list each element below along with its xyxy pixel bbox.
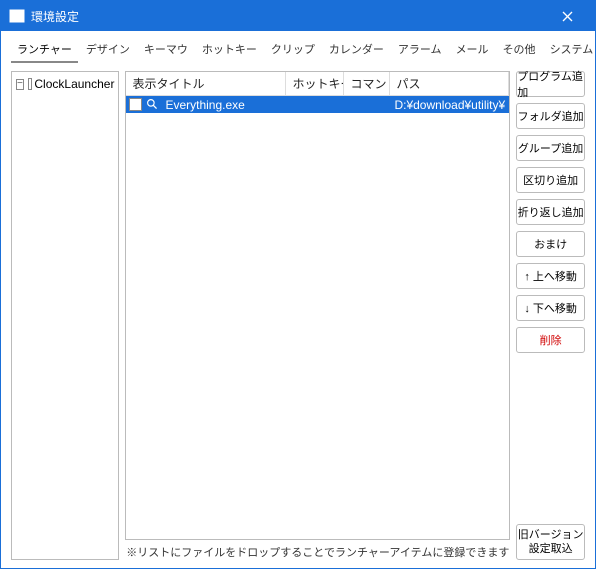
app-icon bbox=[9, 8, 25, 24]
add-folder-button[interactable]: フォルダ追加 bbox=[516, 103, 585, 129]
window-close-button[interactable] bbox=[547, 1, 587, 31]
row-path: D:¥download¥utility¥ bbox=[390, 98, 509, 112]
tab-alarm[interactable]: アラーム bbox=[392, 37, 448, 63]
tab-other[interactable]: その他 bbox=[497, 37, 542, 63]
add-separator-button[interactable]: 区切り追加 bbox=[516, 167, 585, 193]
tab-hotkey[interactable]: ホットキー bbox=[196, 37, 263, 63]
tab-system[interactable]: システム bbox=[544, 37, 596, 63]
bonus-button[interactable]: おまけ bbox=[516, 231, 585, 257]
list-row[interactable]: Everything.exe D:¥download¥utility¥ bbox=[126, 96, 509, 113]
topbar: ランチャー デザイン キーマウ ホットキー クリップ カレンダー アラーム メー… bbox=[1, 31, 595, 67]
tab-calendar[interactable]: カレンダー bbox=[323, 37, 390, 63]
tab-keymouse[interactable]: キーマウ bbox=[138, 37, 194, 63]
drop-hint: ※リストにファイルをドロップすることでランチャーアイテムに登録できます bbox=[125, 540, 510, 560]
center-panel: 表示タイトル ホットキー コマンド パス Everything.exe D bbox=[125, 71, 510, 560]
tree-collapse-icon[interactable]: − bbox=[16, 79, 24, 90]
add-wrap-button[interactable]: 折り返し追加 bbox=[516, 199, 585, 225]
list-header: 表示タイトル ホットキー コマンド パス bbox=[126, 72, 509, 96]
col-cmd[interactable]: コマンド bbox=[344, 72, 390, 95]
move-up-button[interactable]: ↑ 上へ移動 bbox=[516, 263, 585, 289]
legacy-import-button[interactable]: 旧バージョン 設定取込 bbox=[516, 524, 585, 560]
add-program-button[interactable]: プログラム追加 bbox=[516, 71, 585, 97]
tab-design[interactable]: デザイン bbox=[80, 37, 136, 63]
spacer bbox=[516, 359, 585, 518]
row-checkbox[interactable] bbox=[129, 98, 142, 111]
tab-clip[interactable]: クリップ bbox=[265, 37, 321, 63]
window-title: 環境設定 bbox=[31, 8, 547, 25]
tab-mail[interactable]: メール bbox=[450, 37, 495, 63]
content-area: − ClockLauncher 表示タイトル ホットキー コマンド パス bbox=[1, 67, 595, 568]
row-title: Everything.exe bbox=[161, 98, 286, 112]
move-down-button[interactable]: ↓ 下へ移動 bbox=[516, 295, 585, 321]
titlebar: 環境設定 bbox=[1, 1, 595, 31]
folder-icon bbox=[28, 78, 33, 90]
col-hotkey[interactable]: ホットキー bbox=[286, 72, 344, 95]
tab-strip: ランチャー デザイン キーマウ ホットキー クリップ カレンダー アラーム メー… bbox=[11, 37, 596, 63]
tree-root-label: ClockLauncher bbox=[34, 77, 114, 91]
magnifier-icon bbox=[145, 98, 159, 112]
side-buttons: プログラム追加 フォルダ追加 グループ追加 区切り追加 折り返し追加 おまけ ↑… bbox=[516, 71, 585, 560]
col-path[interactable]: パス bbox=[390, 72, 509, 95]
settings-window: 環境設定 ランチャー デザイン キーマウ ホットキー クリップ カレンダー アラ… bbox=[0, 0, 596, 569]
col-title[interactable]: 表示タイトル bbox=[126, 72, 286, 95]
tree-panel[interactable]: − ClockLauncher bbox=[11, 71, 119, 560]
add-group-button[interactable]: グループ追加 bbox=[516, 135, 585, 161]
list-body[interactable]: Everything.exe D:¥download¥utility¥ bbox=[126, 96, 509, 539]
tab-launcher[interactable]: ランチャー bbox=[11, 37, 78, 63]
tree-root-item[interactable]: − ClockLauncher bbox=[14, 76, 116, 92]
delete-button[interactable]: 削除 bbox=[516, 327, 585, 353]
list-view[interactable]: 表示タイトル ホットキー コマンド パス Everything.exe D bbox=[125, 71, 510, 540]
